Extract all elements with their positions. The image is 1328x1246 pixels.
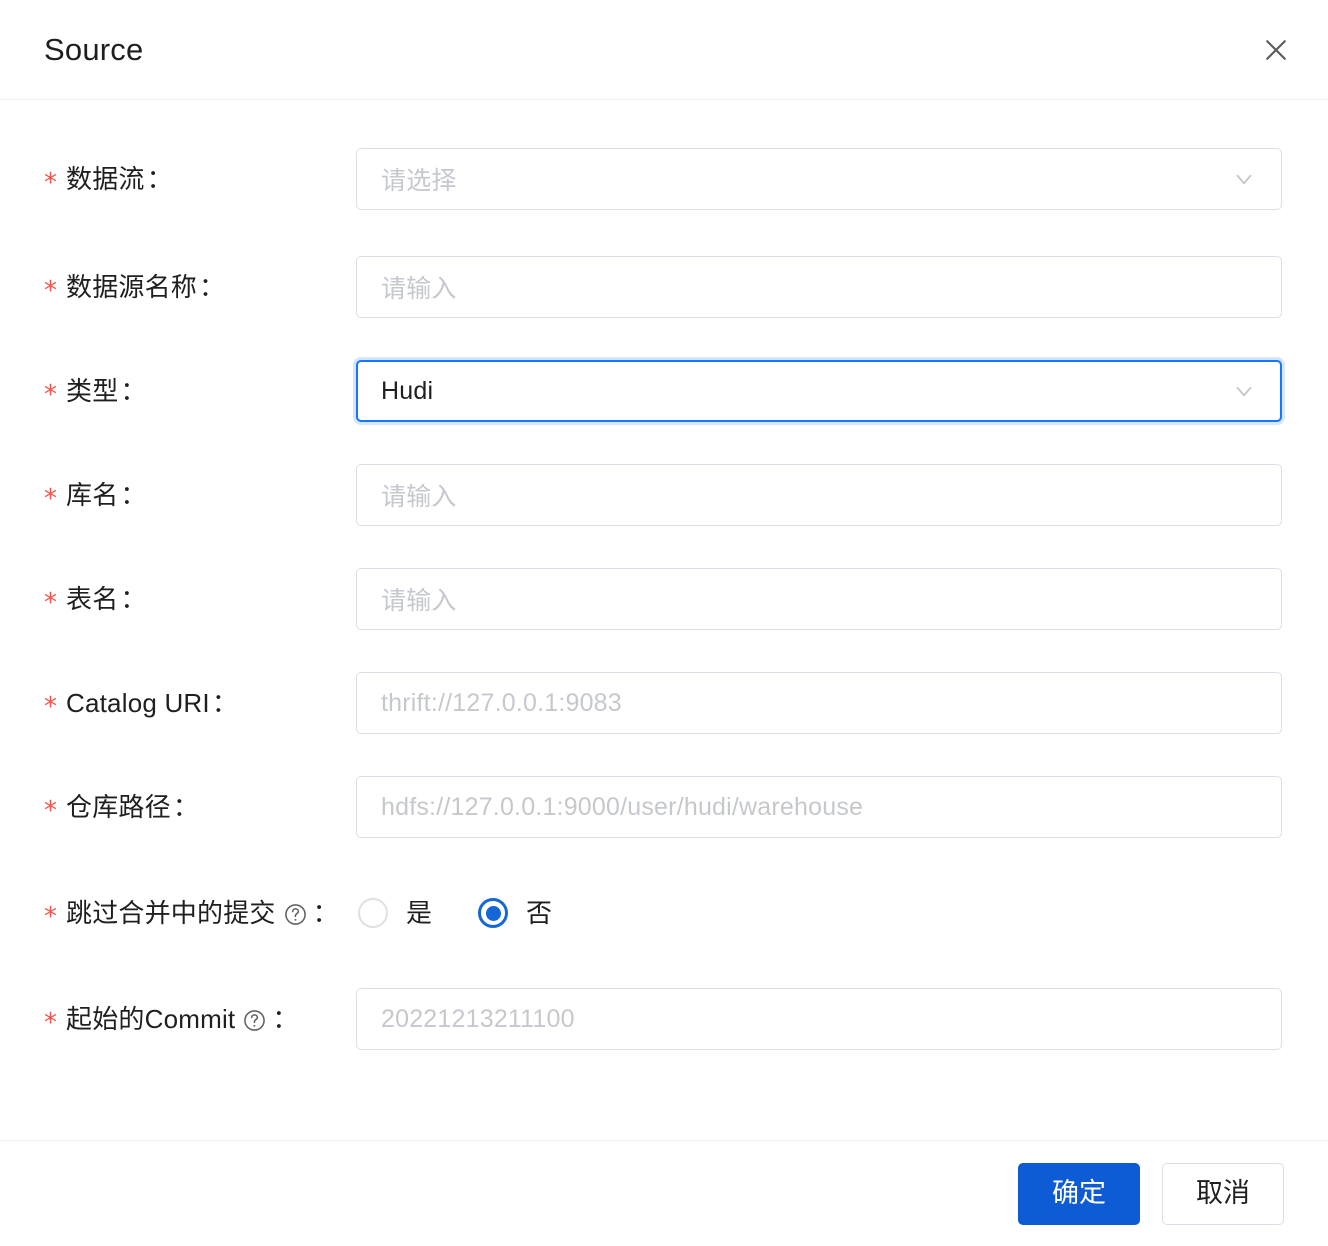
label-text: 数据流 — [66, 166, 145, 192]
type-select-value: Hudi — [381, 377, 1219, 406]
label-colon: ： — [212, 690, 238, 716]
form-row-warehouse-path: * 仓库路径 ： hdfs://127.0.0.1:9000/user/hudi… — [0, 776, 1328, 838]
help-circle-icon[interactable] — [283, 902, 308, 927]
catalog-uri-input-placeholder: thrift://127.0.0.1:9083 — [381, 689, 1257, 718]
radio-circle-no — [478, 898, 508, 928]
chevron-down-icon — [1231, 378, 1257, 404]
required-marker: * — [44, 798, 57, 824]
control-table-name: 请输入 — [356, 568, 1282, 630]
label-colon: ： — [147, 166, 173, 192]
label-colon: ： — [173, 794, 199, 820]
control-data-stream: 请选择 — [356, 148, 1282, 210]
dialog-header: Source — [0, 0, 1328, 100]
form-row-table-name: * 表名 ： 请输入 — [0, 568, 1328, 630]
label-text: 跳过合并中的提交 — [66, 900, 276, 926]
database-name-input[interactable]: 请输入 — [356, 464, 1282, 526]
database-name-input-placeholder: 请输入 — [381, 477, 1257, 513]
radio-circle-yes — [358, 898, 388, 928]
label-text: 类型 — [66, 378, 118, 404]
skip-merge-commits-radio-group: 是 否 — [358, 882, 552, 944]
label-text: 数据源名称 — [66, 274, 197, 300]
label-colon: ： — [120, 586, 146, 612]
label-colon: ： — [199, 274, 225, 300]
label-colon: ： — [272, 1006, 298, 1032]
data-stream-select-value: 请选择 — [381, 161, 1219, 197]
control-warehouse-path: hdfs://127.0.0.1:9000/user/hudi/warehous… — [356, 776, 1282, 838]
required-marker: * — [44, 590, 57, 616]
dialog-footer: 确定 取消 — [0, 1140, 1328, 1246]
label-table-name: * 表名 ： — [44, 568, 146, 630]
required-marker: * — [44, 278, 57, 304]
label-type: * 类型 ： — [44, 360, 146, 422]
table-name-input-placeholder: 请输入 — [381, 581, 1257, 617]
label-colon: ： — [313, 900, 339, 926]
radio-option-no[interactable]: 否 — [478, 898, 552, 928]
label-text: 起始的Commit — [66, 1006, 235, 1032]
label-data-stream: * 数据流 ： — [44, 148, 173, 210]
catalog-uri-input[interactable]: thrift://127.0.0.1:9083 — [356, 672, 1282, 734]
form-row-data-stream: * 数据流 ： 请选择 — [0, 148, 1328, 210]
table-name-input[interactable]: 请输入 — [356, 568, 1282, 630]
radio-label-yes: 是 — [406, 900, 432, 926]
label-start-commit: * 起始的Commit ： — [44, 988, 298, 1050]
label-colon: ： — [120, 378, 146, 404]
datasource-name-input[interactable]: 请输入 — [356, 256, 1282, 318]
start-commit-input[interactable]: 20221213211100 — [356, 988, 1282, 1050]
form-row-database-name: * 库名 ： 请输入 — [0, 464, 1328, 526]
control-database-name: 请输入 — [356, 464, 1282, 526]
radio-option-yes[interactable]: 是 — [358, 898, 432, 928]
form-row-type: * 类型 ： Hudi — [0, 360, 1328, 422]
radio-label-no: 否 — [526, 900, 552, 926]
chevron-down-icon — [1231, 166, 1257, 192]
label-text: 仓库路径 — [66, 794, 171, 820]
required-marker: * — [44, 486, 57, 512]
form-row-start-commit: * 起始的Commit ： 20221213211100 — [0, 988, 1328, 1050]
label-text: Catalog URI — [66, 690, 210, 716]
cancel-button[interactable]: 取消 — [1162, 1163, 1284, 1225]
label-text: 表名 — [66, 586, 118, 612]
form-row-catalog-uri: * Catalog URI ： thrift://127.0.0.1:9083 — [0, 672, 1328, 734]
control-catalog-uri: thrift://127.0.0.1:9083 — [356, 672, 1282, 734]
dialog-body: * 数据流 ： 请选择 * 数据源名称 ： — [0, 100, 1328, 1140]
label-database-name: * 库名 ： — [44, 464, 146, 526]
required-marker: * — [44, 1010, 57, 1036]
help-circle-icon[interactable] — [242, 1008, 267, 1033]
label-catalog-uri: * Catalog URI ： — [44, 672, 238, 734]
control-datasource-name: 请输入 — [356, 256, 1282, 318]
label-datasource-name: * 数据源名称 ： — [44, 256, 225, 318]
close-icon[interactable] — [1254, 28, 1298, 72]
label-text: 库名 — [66, 482, 118, 508]
control-start-commit: 20221213211100 — [356, 988, 1282, 1050]
start-commit-input-placeholder: 20221213211100 — [381, 1005, 1257, 1034]
form-row-skip-merge-commits: * 跳过合并中的提交 ： 是 否 — [0, 882, 1328, 944]
label-warehouse-path: * 仓库路径 ： — [44, 776, 199, 838]
required-marker: * — [44, 904, 57, 930]
required-marker: * — [44, 382, 57, 408]
data-stream-select[interactable]: 请选择 — [356, 148, 1282, 210]
required-marker: * — [44, 694, 57, 720]
datasource-name-input-placeholder: 请输入 — [381, 269, 1257, 305]
warehouse-path-input-placeholder: hdfs://127.0.0.1:9000/user/hudi/warehous… — [381, 793, 1257, 822]
confirm-button[interactable]: 确定 — [1018, 1163, 1140, 1225]
label-skip-merge-commits: * 跳过合并中的提交 ： — [44, 882, 339, 944]
required-marker: * — [44, 170, 57, 196]
warehouse-path-input[interactable]: hdfs://127.0.0.1:9000/user/hudi/warehous… — [356, 776, 1282, 838]
form-row-datasource-name: * 数据源名称 ： 请输入 — [0, 256, 1328, 318]
page-title: Source — [44, 30, 143, 70]
type-select[interactable]: Hudi — [356, 360, 1282, 422]
control-type: Hudi — [356, 360, 1282, 422]
label-colon: ： — [120, 482, 146, 508]
source-dialog: Source * 数据流 ： 请选择 — [0, 0, 1328, 1246]
